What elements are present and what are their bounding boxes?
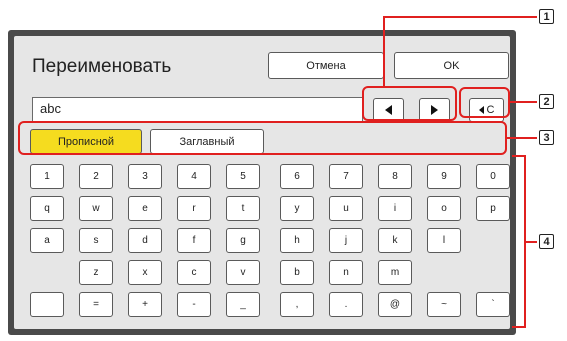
callout-number-2: 2 bbox=[539, 94, 554, 109]
key-sym-7[interactable]: @ bbox=[378, 292, 412, 317]
callout-bracket-4-bottom bbox=[512, 326, 525, 328]
key-b[interactable]: b bbox=[280, 260, 314, 285]
callout-box-3 bbox=[18, 121, 507, 155]
key-j[interactable]: j bbox=[329, 228, 363, 253]
key-h[interactable]: h bbox=[280, 228, 314, 253]
key-v[interactable]: v bbox=[226, 260, 260, 285]
key-2[interactable]: 2 bbox=[79, 164, 113, 189]
key-o[interactable]: o bbox=[427, 196, 461, 221]
key-f[interactable]: f bbox=[177, 228, 211, 253]
key-sym-5[interactable]: , bbox=[280, 292, 314, 317]
key-g[interactable]: g bbox=[226, 228, 260, 253]
key-7[interactable]: 7 bbox=[329, 164, 363, 189]
key-sym-3[interactable]: - bbox=[177, 292, 211, 317]
key-sym-4[interactable]: _ bbox=[226, 292, 260, 317]
key-n[interactable]: n bbox=[329, 260, 363, 285]
key-p[interactable]: p bbox=[476, 196, 510, 221]
key-0[interactable]: 0 bbox=[476, 164, 510, 189]
callout-number-3: 3 bbox=[539, 130, 554, 145]
key-y[interactable]: y bbox=[280, 196, 314, 221]
key-w[interactable]: w bbox=[79, 196, 113, 221]
name-input[interactable]: abc bbox=[32, 97, 363, 122]
rename-dialog: Переименовать Отмена OK abc C Прописной … bbox=[8, 30, 516, 335]
callout-line-4 bbox=[524, 241, 537, 243]
callout-box-2 bbox=[459, 87, 510, 118]
callout-line-3 bbox=[507, 137, 537, 139]
callout-line-1 bbox=[383, 16, 385, 86]
key-sym-1[interactable]: = bbox=[79, 292, 113, 317]
key-k[interactable]: k bbox=[378, 228, 412, 253]
key-e[interactable]: e bbox=[128, 196, 162, 221]
callout-number-1: 1 bbox=[539, 9, 554, 24]
ok-button[interactable]: OK bbox=[394, 52, 509, 79]
key-a[interactable]: a bbox=[30, 228, 64, 253]
key-r[interactable]: r bbox=[177, 196, 211, 221]
key-3[interactable]: 3 bbox=[128, 164, 162, 189]
callout-line-1b bbox=[383, 16, 537, 18]
key-u[interactable]: u bbox=[329, 196, 363, 221]
key-l[interactable]: l bbox=[427, 228, 461, 253]
key-d[interactable]: d bbox=[128, 228, 162, 253]
key-6[interactable]: 6 bbox=[280, 164, 314, 189]
callout-number-4: 4 bbox=[539, 234, 554, 249]
key-s[interactable]: s bbox=[79, 228, 113, 253]
key-i[interactable]: i bbox=[378, 196, 412, 221]
key-m[interactable]: m bbox=[378, 260, 412, 285]
key-8[interactable]: 8 bbox=[378, 164, 412, 189]
key-sym-8[interactable]: ~ bbox=[427, 292, 461, 317]
key-5[interactable]: 5 bbox=[226, 164, 260, 189]
key-q[interactable]: q bbox=[30, 196, 64, 221]
callout-line-2 bbox=[510, 101, 537, 103]
callout-box-1 bbox=[362, 86, 457, 121]
key-1[interactable]: 1 bbox=[30, 164, 64, 189]
key-c[interactable]: c bbox=[177, 260, 211, 285]
dialog-title: Переименовать bbox=[32, 56, 172, 77]
key-blank[interactable] bbox=[30, 292, 64, 317]
key-sym-6[interactable]: . bbox=[329, 292, 363, 317]
key-z[interactable]: z bbox=[79, 260, 113, 285]
key-sym-9[interactable]: ` bbox=[476, 292, 510, 317]
key-t[interactable]: t bbox=[226, 196, 260, 221]
key-x[interactable]: x bbox=[128, 260, 162, 285]
dialog-panel: Переименовать Отмена OK abc C Прописной … bbox=[14, 36, 510, 329]
key-9[interactable]: 9 bbox=[427, 164, 461, 189]
key-4[interactable]: 4 bbox=[177, 164, 211, 189]
cancel-button[interactable]: Отмена bbox=[268, 52, 384, 79]
key-sym-2[interactable]: + bbox=[128, 292, 162, 317]
